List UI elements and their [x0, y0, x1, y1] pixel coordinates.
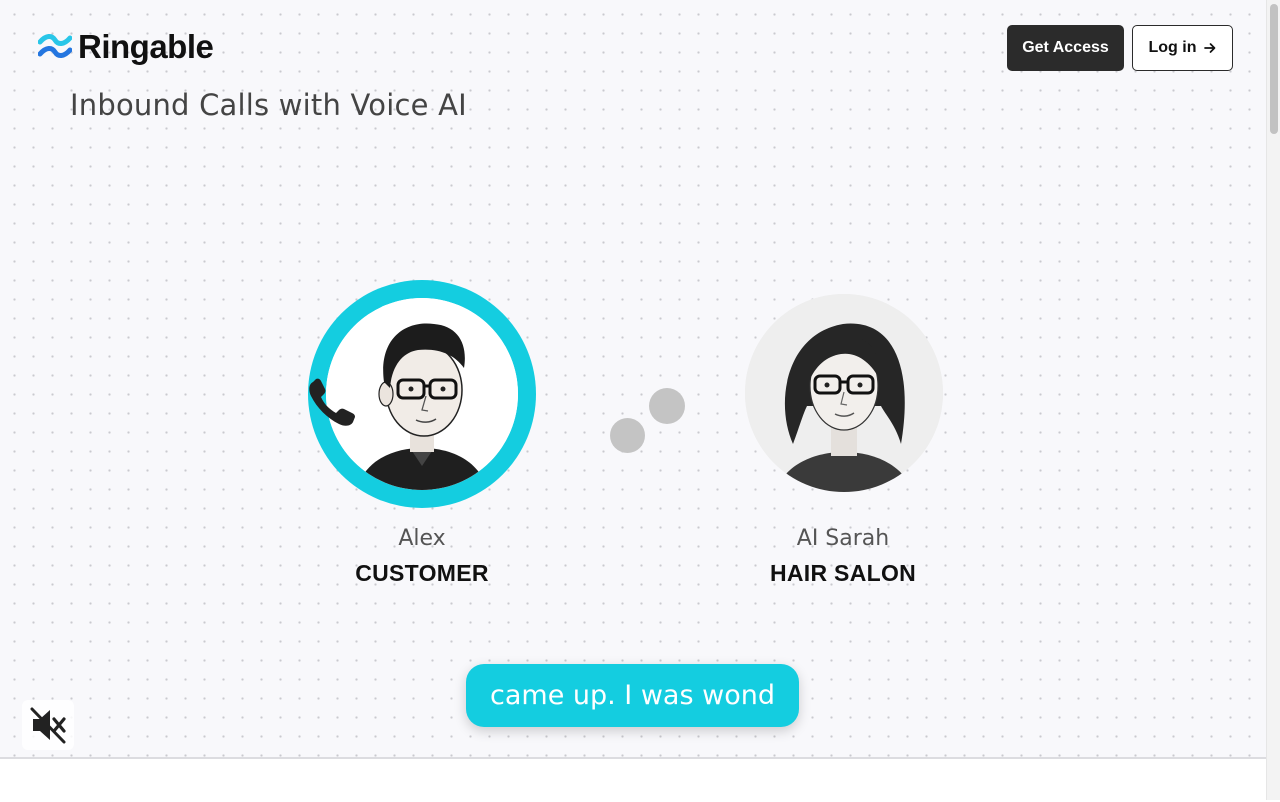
page-tagline: Inbound Calls with Voice AI [70, 88, 467, 122]
live-caption-bubble: came up. I was wond [466, 664, 799, 727]
login-button[interactable]: Log in [1132, 25, 1233, 71]
arrow-right-icon [1204, 43, 1216, 53]
vertical-scrollbar[interactable] [1266, 0, 1280, 800]
bottom-section [0, 757, 1266, 802]
login-button-label: Log in [1148, 39, 1197, 56]
scrollbar-thumb[interactable] [1270, 4, 1278, 134]
typing-indicator-dot [610, 418, 645, 453]
live-caption-text: came up. I was wond [490, 680, 775, 711]
customer-role: CUSTOMER [355, 560, 489, 586]
speaker-muted-icon [30, 707, 66, 744]
brand-logo[interactable]: Ringable [38, 28, 214, 66]
agent-name: AI Sarah [796, 526, 890, 551]
get-access-button[interactable]: Get Access [1007, 25, 1124, 71]
phone-icon [309, 378, 355, 426]
landing-page: Ringable Inbound Calls with Voice AI Get… [0, 0, 1266, 757]
agent-role: HAIR SALON [769, 560, 917, 586]
brand-name: Ringable [78, 28, 214, 65]
customer-name: Alex [398, 526, 446, 551]
mute-toggle-button[interactable] [22, 700, 74, 750]
wave-logo-icon [38, 34, 72, 58]
typing-indicator-dot [649, 388, 685, 424]
agent-avatar [745, 294, 943, 492]
agent-portrait [745, 294, 943, 492]
